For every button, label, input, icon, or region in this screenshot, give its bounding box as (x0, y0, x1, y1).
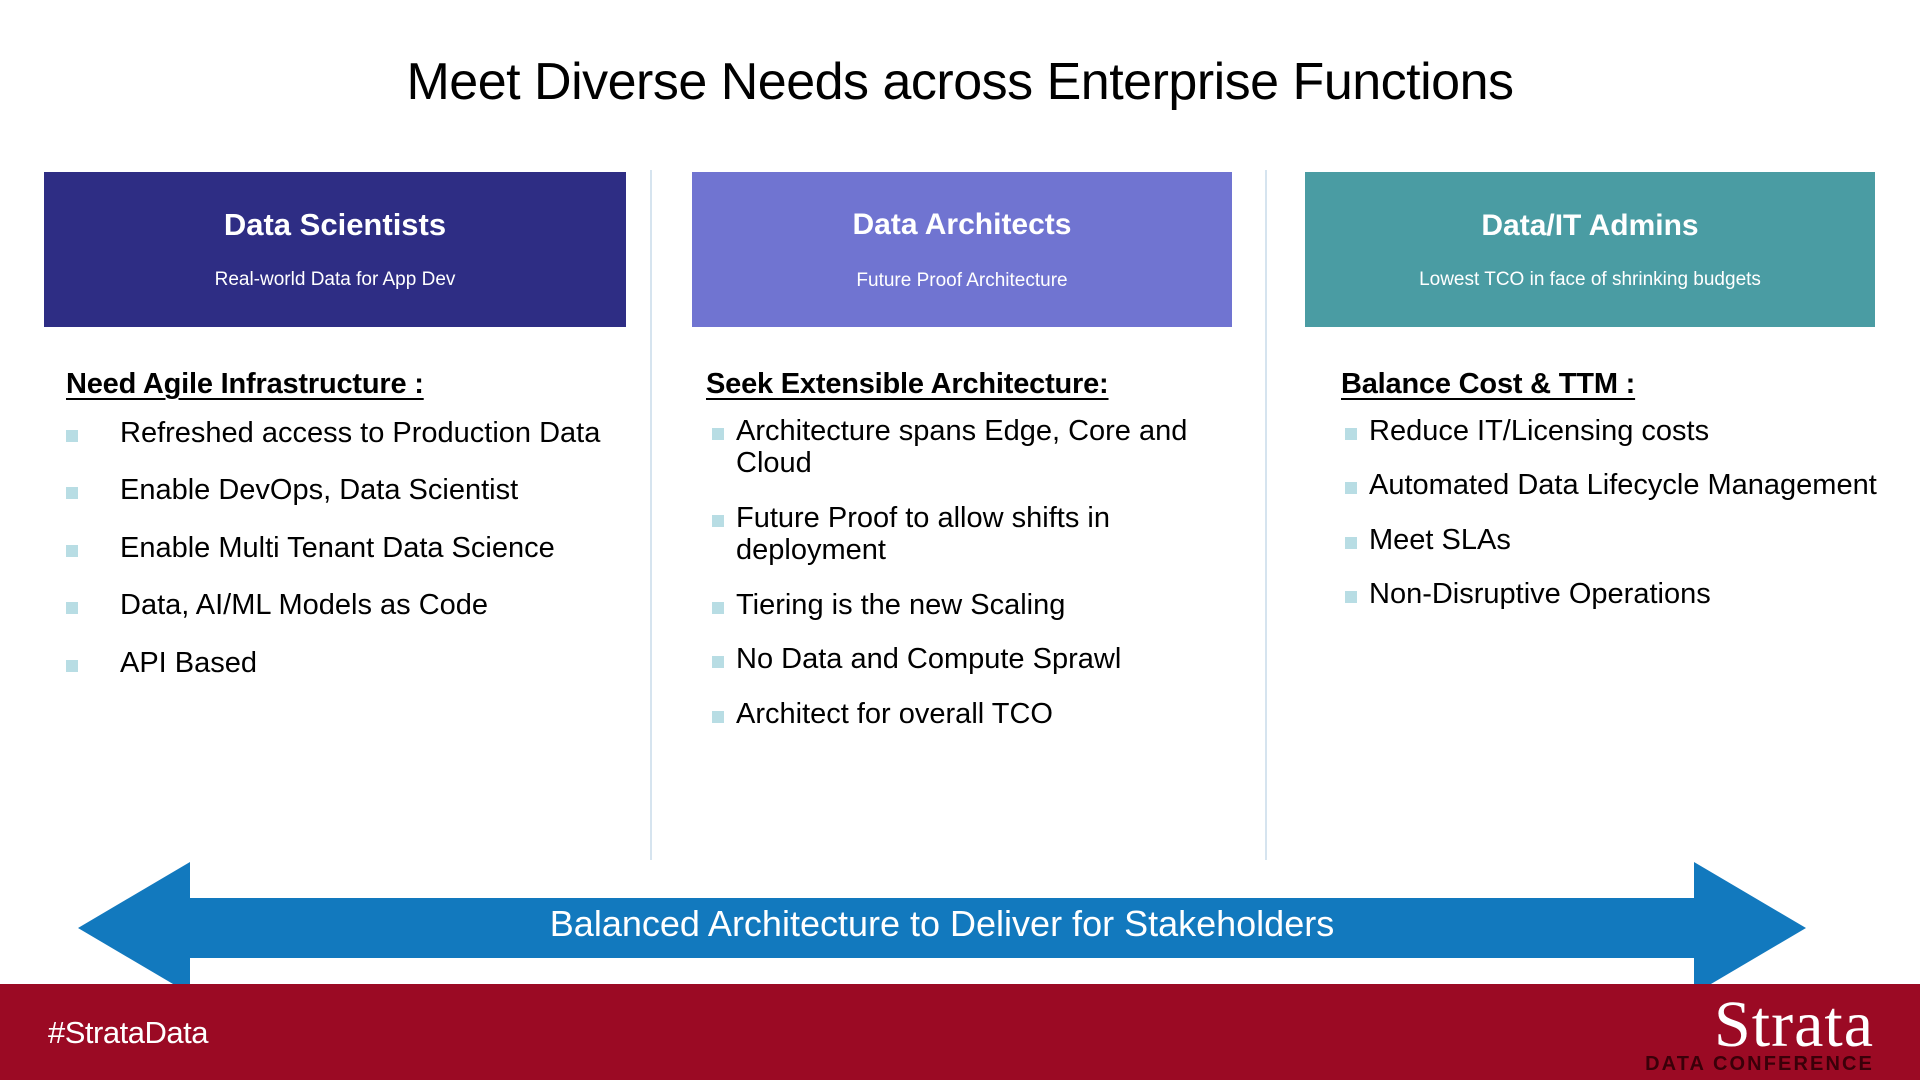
list-item-label: Architect for overall TCO (736, 697, 1053, 730)
square-bullet-icon (712, 656, 724, 669)
square-bullet-icon (712, 428, 724, 440)
square-bullet-icon (66, 544, 78, 557)
list-item: Architect for overall TCO (712, 698, 1232, 730)
column-heading: Need Agile Infrastructure : (66, 368, 424, 400)
bullet-list: Refreshed access to Production Data Enab… (66, 417, 626, 679)
double-arrow-icon (78, 862, 1806, 994)
list-item: Future Proof to allow shifts in deployme… (712, 502, 1232, 567)
hashtag-label: #StrataData (48, 1015, 208, 1050)
bullet-list: Reduce IT/Licensing costs Automated Data… (1345, 415, 1885, 611)
square-bullet-icon (712, 601, 724, 614)
list-item: Enable Multi Tenant Data Science (66, 532, 626, 564)
strata-logo: Strata DATA CONFERENCE (1645, 988, 1874, 1075)
persona-header-data-scientists: Data Scientists Real-world Data for App … (44, 172, 626, 327)
column-divider-1 (650, 170, 652, 860)
list-item: Tiering is the new Scaling (712, 589, 1232, 621)
column-data-it-admins: Balance Cost & TTM : Reduce IT/Licensing… (1341, 368, 1885, 633)
column-heading: Seek Extensible Architecture: (706, 368, 1109, 400)
square-bullet-icon (712, 514, 724, 527)
list-item: Enable DevOps, Data Scientist (66, 474, 626, 506)
column-divider-2 (1265, 170, 1267, 860)
square-bullet-icon (66, 430, 78, 442)
column-data-architects: Seek Extensible Architecture: Architectu… (706, 368, 1232, 752)
persona-header-data-it-admins: Data/IT Admins Lowest TCO in face of shr… (1305, 172, 1875, 327)
page-title: Meet Diverse Needs across Enterprise Fun… (406, 53, 1514, 111)
square-bullet-icon (1345, 428, 1357, 440)
column-data-scientists: Need Agile Infrastructure : Refreshed ac… (66, 368, 626, 704)
square-bullet-icon (712, 710, 724, 723)
list-item-label: Tiering is the new Scaling (736, 588, 1066, 621)
persona-subtitle: Lowest TCO in face of shrinking budgets (1419, 268, 1761, 290)
square-bullet-icon (1345, 482, 1357, 495)
list-item-label: Future Proof to allow shifts in deployme… (736, 501, 1110, 567)
list-item-label: Meet SLAs (1369, 523, 1511, 556)
persona-title: Data Architects (852, 207, 1072, 241)
list-item-label: Refreshed access to Production Data (120, 417, 601, 449)
balanced-architecture-arrow: Balanced Architecture to Deliver for Sta… (78, 862, 1806, 994)
list-item-label: API Based (120, 646, 258, 679)
list-item-label: Reduce IT/Licensing costs (1369, 415, 1710, 447)
list-item: Automated Data Lifecycle Management (1345, 469, 1885, 501)
list-item: Data, AI/ML Models as Code (66, 589, 626, 621)
bullet-list: Architecture spans Edge, Core and Cloud … (712, 415, 1232, 730)
list-item: No Data and Compute Sprawl (712, 643, 1232, 675)
persona-header-data-architects: Data Architects Future Proof Architectur… (692, 172, 1232, 327)
list-item-label: Automated Data Lifecycle Management (1369, 469, 1877, 502)
persona-subtitle: Future Proof Architecture (856, 269, 1068, 291)
footer-bar: #StrataData Strata DATA CONFERENCE (0, 984, 1920, 1080)
list-item: Refreshed access to Production Data (66, 417, 626, 449)
logo-tagline: DATA CONFERENCE (1645, 1053, 1874, 1075)
square-bullet-icon (1345, 536, 1357, 549)
square-bullet-icon (66, 487, 78, 500)
persona-title: Data Scientists (223, 207, 447, 242)
list-item: Reduce IT/Licensing costs (1345, 415, 1885, 447)
column-heading: Balance Cost & TTM : (1341, 368, 1636, 400)
list-item-label: Enable DevOps, Data Scientist (120, 474, 519, 507)
square-bullet-icon (66, 602, 78, 615)
list-item: Meet SLAs (1345, 524, 1885, 556)
persona-title: Data/IT Admins (1481, 208, 1699, 242)
square-bullet-icon (66, 659, 78, 672)
persona-subtitle: Real-world Data for App Dev (214, 269, 456, 291)
logo-wordmark: Strata (1714, 988, 1874, 1061)
list-item: Architecture spans Edge, Core and Cloud (712, 415, 1232, 480)
list-item: API Based (66, 647, 626, 679)
list-item-label: Data, AI/ML Models as Code (120, 589, 489, 622)
list-item-label: No Data and Compute Sprawl (736, 643, 1122, 676)
list-item-label: Enable Multi Tenant Data Science (120, 531, 555, 564)
square-bullet-icon (1345, 591, 1357, 604)
list-item-label: Architecture spans Edge, Core and Cloud (736, 415, 1188, 480)
list-item: Non-Disruptive Operations (1345, 578, 1885, 610)
list-item-label: Non-Disruptive Operations (1369, 578, 1711, 611)
